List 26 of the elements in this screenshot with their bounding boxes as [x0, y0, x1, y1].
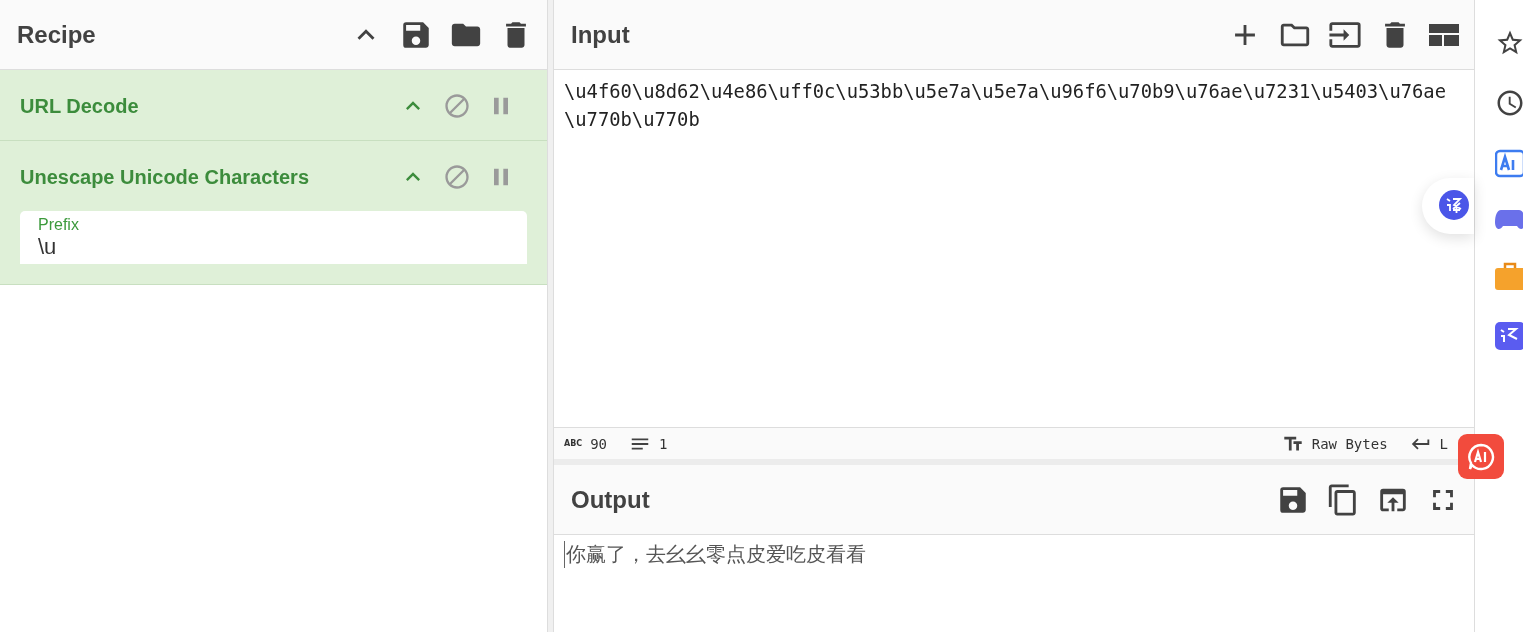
output-text: 你赢了，去幺幺零点皮爱吃皮看看: [564, 541, 1464, 568]
ai-chat-button[interactable]: [1458, 434, 1504, 479]
translate-icon[interactable]: [1495, 322, 1523, 350]
length-count: 90: [590, 435, 608, 452]
encoding-label[interactable]: Raw Bytes: [1311, 435, 1388, 452]
prefix-field[interactable]: Prefix \u: [20, 211, 527, 264]
clock-icon[interactable]: [1495, 88, 1523, 118]
field-label: Prefix: [38, 216, 80, 234]
length-label: ABC: [564, 439, 583, 448]
gamepad-icon[interactable]: [1495, 208, 1523, 232]
input-text: \u4f60\u8d62\u4e86\uff0c\u53bb\u5e7a\u5e7a\u96f6\u70b9\u76ae\u7231\u5403\u76ae\u770b\u770b: [564, 80, 1446, 132]
layout-icon[interactable]: [1428, 21, 1460, 48]
floating-button[interactable]: [1422, 178, 1474, 234]
input-area[interactable]: \u4f60\u8d62\u4e86\uff0c\u53bb\u5e7a\u5e7a\u96f6\u70b9\u76ae\u7231\u5403\u76ae\u770b\u770b: [554, 70, 1474, 427]
briefcase-icon[interactable]: [1495, 262, 1523, 292]
chat-bubble-icon: [1467, 442, 1495, 471]
line-count: 1: [659, 435, 668, 452]
panel-title: Recipe: [17, 20, 97, 49]
panel-title: Input: [571, 20, 631, 49]
panel-title: Output: [571, 485, 651, 514]
operation-name: URL Decode: [20, 94, 140, 118]
translate-icon[interactable]: [1438, 189, 1470, 223]
eol-label[interactable]: L: [1439, 435, 1448, 452]
ai-icon[interactable]: [1495, 148, 1523, 178]
operation-name: Unescape Unicode Characters: [20, 165, 310, 189]
field-value: \u: [38, 234, 58, 260]
